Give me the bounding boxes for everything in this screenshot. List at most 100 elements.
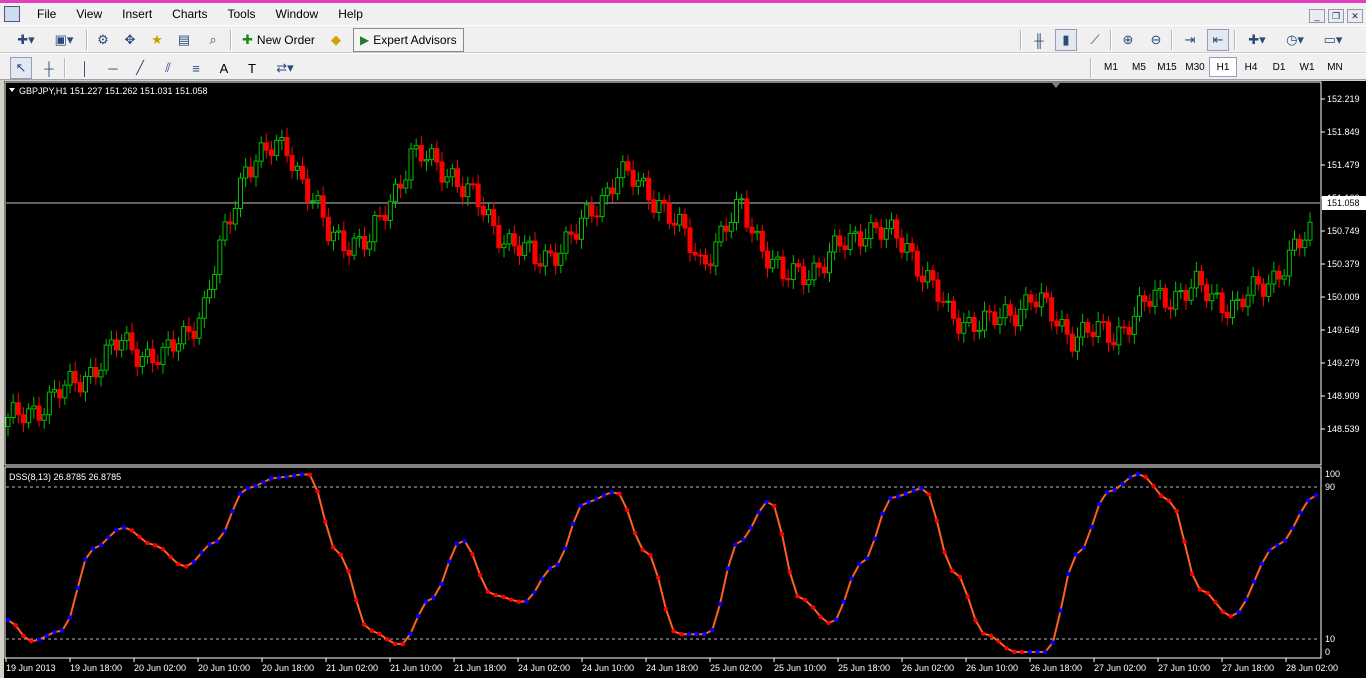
bear-candle — [992, 311, 998, 326]
bear-candle — [594, 215, 600, 218]
bull-candle — [832, 235, 838, 253]
bull-candle — [868, 222, 874, 240]
bear-candle — [1142, 295, 1148, 303]
dss-rise-dot — [1097, 501, 1102, 507]
bear-candle — [553, 252, 559, 266]
dss-rise-dot — [1027, 649, 1032, 655]
bar-chart-icon[interactable]: ╫ — [1028, 29, 1050, 51]
chart-window[interactable]: 152.219151.849151.479151.108150.749150.3… — [4, 81, 1366, 678]
bear-candle — [15, 402, 21, 416]
periods-icon[interactable]: ◷▾ — [1279, 29, 1311, 51]
vertical-line-icon[interactable]: │ — [74, 57, 96, 79]
minimize-window-icon[interactable]: _ — [1309, 9, 1325, 23]
dss-rise-dot — [725, 566, 730, 571]
app-icon[interactable] — [4, 6, 20, 22]
crosshair-icon[interactable]: ┼ — [38, 57, 60, 79]
bear-candle — [496, 224, 502, 249]
bear-candle — [134, 349, 140, 367]
bear-candle — [930, 270, 936, 281]
timeframe-m5[interactable]: M5 — [1125, 57, 1153, 77]
current-price-label: 151.058 — [1327, 198, 1360, 208]
bear-candle — [93, 366, 99, 378]
time-tick-label: 26 Jun 10:00 — [966, 663, 1018, 673]
bull-candle — [403, 179, 409, 189]
bear-candle — [377, 214, 383, 217]
timeframe-h1[interactable]: H1 — [1209, 57, 1237, 77]
text-icon[interactable]: A — [213, 57, 235, 79]
dss-rise-dot — [431, 595, 436, 600]
dss-fall-dot — [980, 631, 986, 636]
menu-insert[interactable]: Insert — [113, 7, 163, 21]
chart-shift-icon[interactable]: ⇤ — [1207, 29, 1229, 51]
expert-advisors-button[interactable]: ▶ Expert Advisors — [353, 28, 464, 52]
zoom-in-icon[interactable]: ⊕ — [1117, 29, 1139, 51]
menu-view[interactable]: View — [67, 7, 113, 21]
favorites-icon[interactable]: ★ — [146, 29, 168, 51]
price-chart[interactable]: 152.219151.849151.479151.108150.749150.3… — [4, 81, 1366, 678]
templates-icon[interactable]: ▭▾ — [1317, 29, 1349, 51]
bull-candle — [315, 195, 321, 202]
timeframe-w1[interactable]: W1 — [1293, 57, 1321, 77]
new-order-button[interactable]: ✚ New Order — [236, 28, 321, 52]
dss-fall-dot — [671, 628, 676, 634]
cursor-icon[interactable]: ↖ — [10, 57, 32, 79]
dss-rise-dot — [5, 617, 11, 623]
autoscroll-icon[interactable]: ⇥ — [1179, 29, 1201, 51]
zoom-out-icon[interactable]: ⊖ — [1145, 29, 1167, 51]
bear-candle — [816, 262, 822, 268]
arrows-icon[interactable]: ⇄▾ — [270, 57, 300, 79]
dss-fall-dot — [617, 491, 622, 497]
bull-candle — [501, 243, 507, 249]
timeframe-d1[interactable]: D1 — [1265, 57, 1293, 77]
timeframe-m30[interactable]: M30 — [1181, 57, 1209, 77]
profiles-icon[interactable]: ▣▾ — [48, 29, 80, 51]
restore-window-icon[interactable]: ❐ — [1328, 9, 1344, 23]
text-label-icon[interactable]: T — [241, 57, 263, 79]
dss-rise-dot — [694, 632, 700, 637]
navigator-icon[interactable]: ✥ — [119, 29, 141, 51]
fibonacci-icon[interactable]: ≡ — [185, 57, 207, 79]
dss-fall-dot — [13, 623, 18, 628]
dss-fall-dot — [346, 569, 351, 574]
bull-candle — [1075, 336, 1080, 352]
timeframe-mn[interactable]: MN — [1321, 57, 1349, 77]
menu-file[interactable]: File — [28, 7, 67, 21]
menu-tools[interactable]: Tools — [219, 7, 267, 21]
line-chart-icon[interactable]: ⟋ — [1084, 29, 1106, 51]
bear-candle — [1049, 297, 1055, 322]
bull-candle — [181, 326, 187, 345]
bear-candle — [1240, 298, 1246, 308]
timeframe-h4[interactable]: H4 — [1237, 57, 1265, 77]
close-window-icon[interactable]: ✕ — [1347, 9, 1363, 23]
metaeditor-icon[interactable]: ◆ — [325, 29, 347, 51]
dss-fall-dot — [516, 599, 522, 604]
bull-candle — [863, 238, 869, 247]
bull-candle — [961, 322, 967, 334]
dss-fall-dot — [377, 631, 382, 637]
candlestick-icon[interactable]: ▮ — [1055, 29, 1077, 51]
dss-rise-dot — [75, 585, 80, 591]
indicators-icon[interactable]: ✚▾ — [1241, 29, 1273, 51]
dss-fall-dot — [493, 592, 498, 598]
horizontal-line-icon[interactable]: ─ — [102, 57, 124, 79]
menu-window[interactable]: Window — [267, 7, 330, 21]
menu-help[interactable]: Help — [329, 7, 374, 21]
tester-icon[interactable]: ⌕ — [202, 29, 224, 51]
time-tick-label: 21 Jun 10:00 — [390, 663, 442, 673]
dss-rise-dot — [439, 581, 444, 587]
new-chart-icon[interactable]: ✚▾ — [10, 29, 42, 51]
trendline-icon[interactable]: ╱ — [129, 57, 151, 79]
timeframe-m1[interactable]: M1 — [1097, 57, 1125, 77]
dss-fall-dot — [1197, 587, 1203, 592]
equidistant-channel-icon[interactable]: ⫽ — [157, 57, 179, 79]
terminal-icon[interactable]: ▤ — [173, 29, 195, 51]
new-order-icon: ✚ — [242, 32, 253, 47]
time-tick-label: 20 Jun 10:00 — [198, 663, 250, 673]
timeframe-m15[interactable]: M15 — [1153, 57, 1181, 77]
bull-candle — [336, 230, 342, 233]
market-watch-icon[interactable]: ⚙ — [92, 29, 114, 51]
bull-candle — [1271, 270, 1277, 285]
menu-charts[interactable]: Charts — [163, 7, 218, 21]
time-tick-label: 25 Jun 18:00 — [838, 663, 890, 673]
dss-rise-dot — [833, 617, 839, 623]
